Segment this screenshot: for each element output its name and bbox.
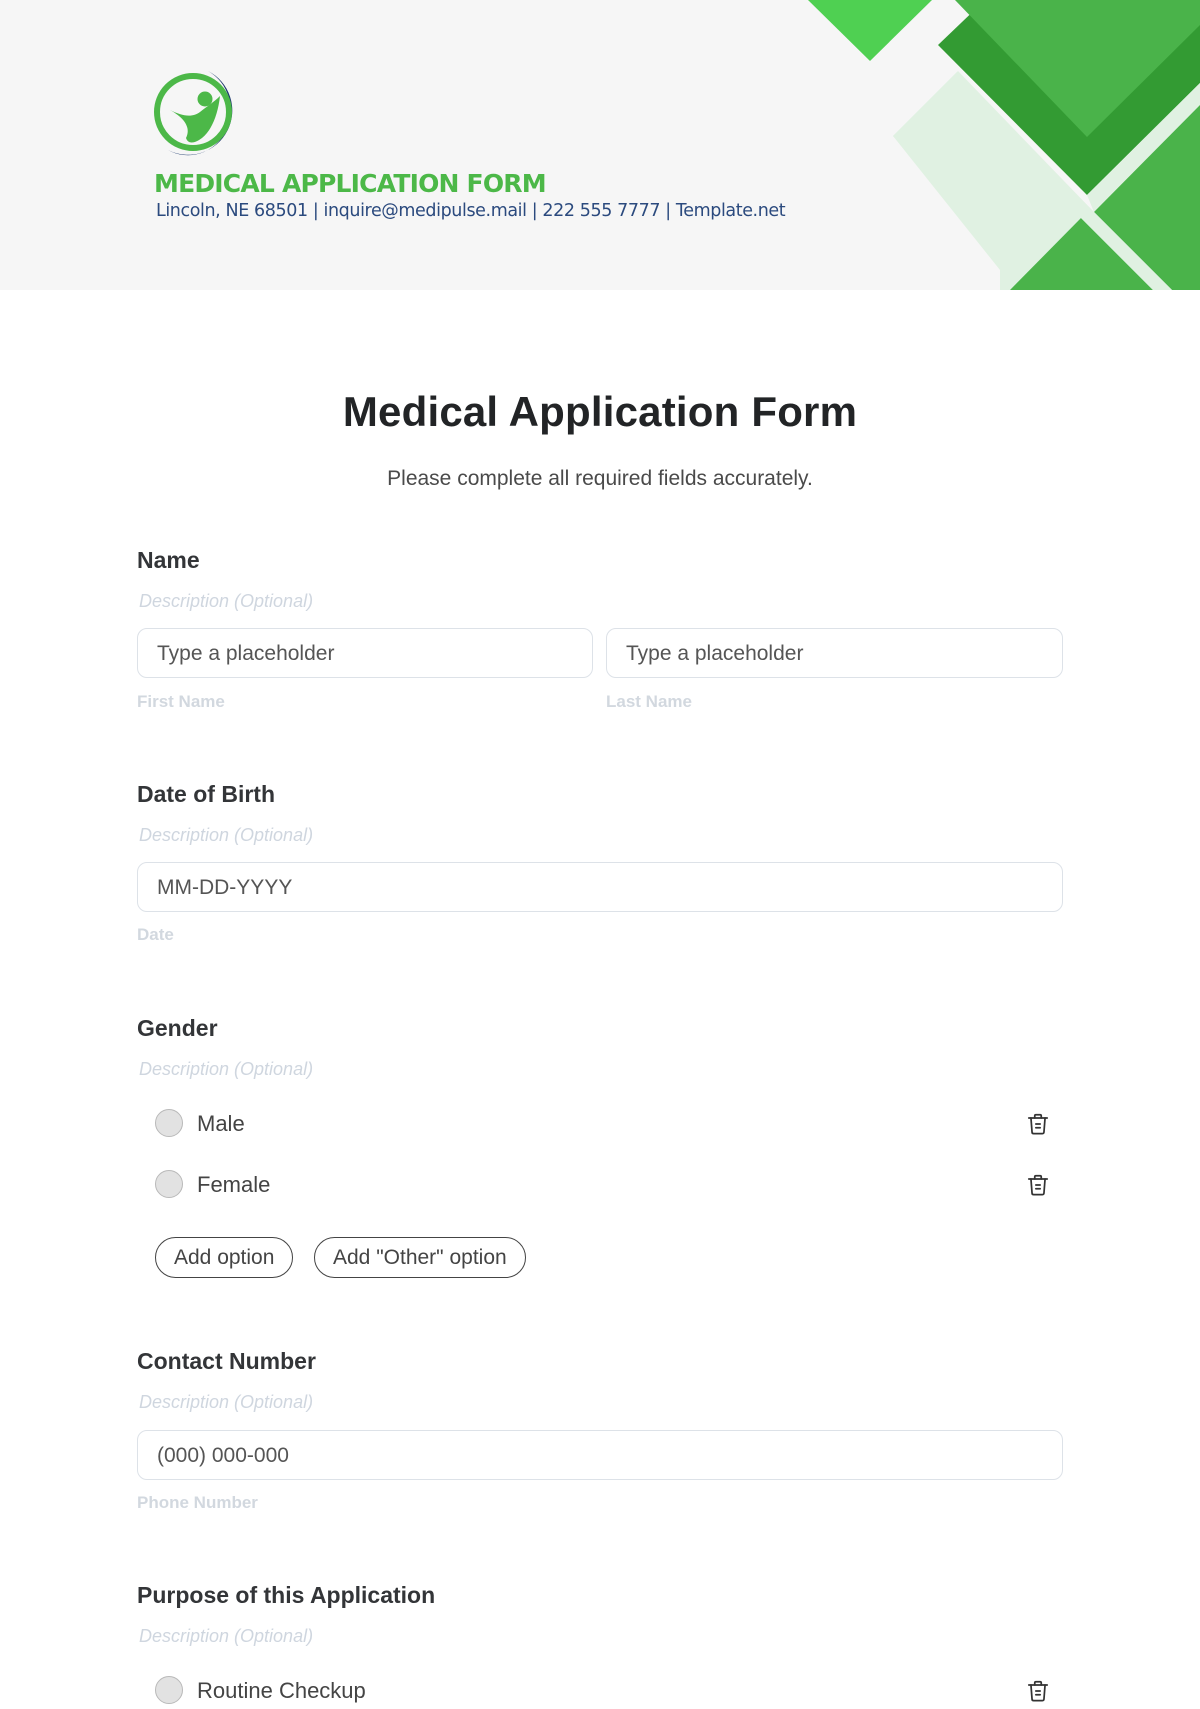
- question-label-gender[interactable]: Gender: [137, 1015, 218, 1042]
- option-label-male[interactable]: Male: [197, 1111, 245, 1137]
- add-other-option-button[interactable]: Add "Other" option: [314, 1237, 526, 1278]
- trash-icon[interactable]: [1025, 1172, 1051, 1198]
- person-circle-logo-icon: [154, 71, 233, 156]
- first-name-input[interactable]: Type a placeholder: [137, 628, 593, 678]
- option-label-female[interactable]: Female: [197, 1172, 270, 1198]
- question-description-purpose[interactable]: Description (Optional): [139, 1626, 313, 1647]
- question-description-contact-number[interactable]: Description (Optional): [139, 1392, 313, 1413]
- question-label-date-of-birth[interactable]: Date of Birth: [137, 781, 275, 808]
- add-option-button[interactable]: Add option: [155, 1237, 294, 1278]
- option-label-routine-checkup[interactable]: Routine Checkup: [197, 1678, 366, 1704]
- question-description-date-of-birth[interactable]: Description (Optional): [139, 825, 313, 846]
- question-description-gender[interactable]: Description (Optional): [139, 1059, 313, 1080]
- radio-button-female[interactable]: [155, 1170, 183, 1198]
- date-of-birth-input[interactable]: MM-DD-YYYY: [137, 862, 1063, 912]
- radio-option-male: Male: [153, 1106, 1063, 1142]
- last-name-placeholder: Type a placeholder: [626, 642, 804, 665]
- radio-option-female: Female: [153, 1167, 1063, 1203]
- brand-title: MEDICAL APPLICATION FORM: [154, 169, 547, 198]
- brand-contact-line: Lincoln, NE 68501 | inquire@medipulse.ma…: [156, 201, 786, 221]
- last-name-sub-label: Last Name: [606, 692, 692, 711]
- question-label-purpose[interactable]: Purpose of this Application: [137, 1582, 435, 1609]
- decor-bright-triangle: [808, 0, 932, 61]
- form-subtitle[interactable]: Please complete all required fields accu…: [0, 467, 1200, 491]
- date-placeholder: MM-DD-YYYY: [157, 876, 293, 899]
- radio-button-male[interactable]: [155, 1109, 183, 1137]
- first-name-sub-label: First Name: [137, 692, 225, 711]
- radio-option-routine-checkup: Routine Checkup: [153, 1673, 1063, 1709]
- phone-number-input[interactable]: (000) 000-000: [137, 1430, 1063, 1480]
- last-name-input[interactable]: Type a placeholder: [606, 628, 1063, 678]
- phone-placeholder: (000) 000-000: [157, 1444, 289, 1467]
- form-title[interactable]: Medical Application Form: [0, 388, 1200, 436]
- radio-button-routine-checkup[interactable]: [155, 1676, 183, 1704]
- date-sub-label: Date: [137, 925, 174, 944]
- first-name-placeholder: Type a placeholder: [157, 642, 335, 665]
- trash-icon[interactable]: [1025, 1111, 1051, 1137]
- question-description-name[interactable]: Description (Optional): [139, 591, 313, 612]
- phone-sub-label: Phone Number: [137, 1493, 258, 1512]
- question-label-name[interactable]: Name: [137, 547, 200, 574]
- question-label-contact-number[interactable]: Contact Number: [137, 1348, 316, 1375]
- trash-icon[interactable]: [1025, 1678, 1051, 1704]
- letterhead-header: MEDICAL APPLICATION FORM Lincoln, NE 685…: [0, 0, 1200, 290]
